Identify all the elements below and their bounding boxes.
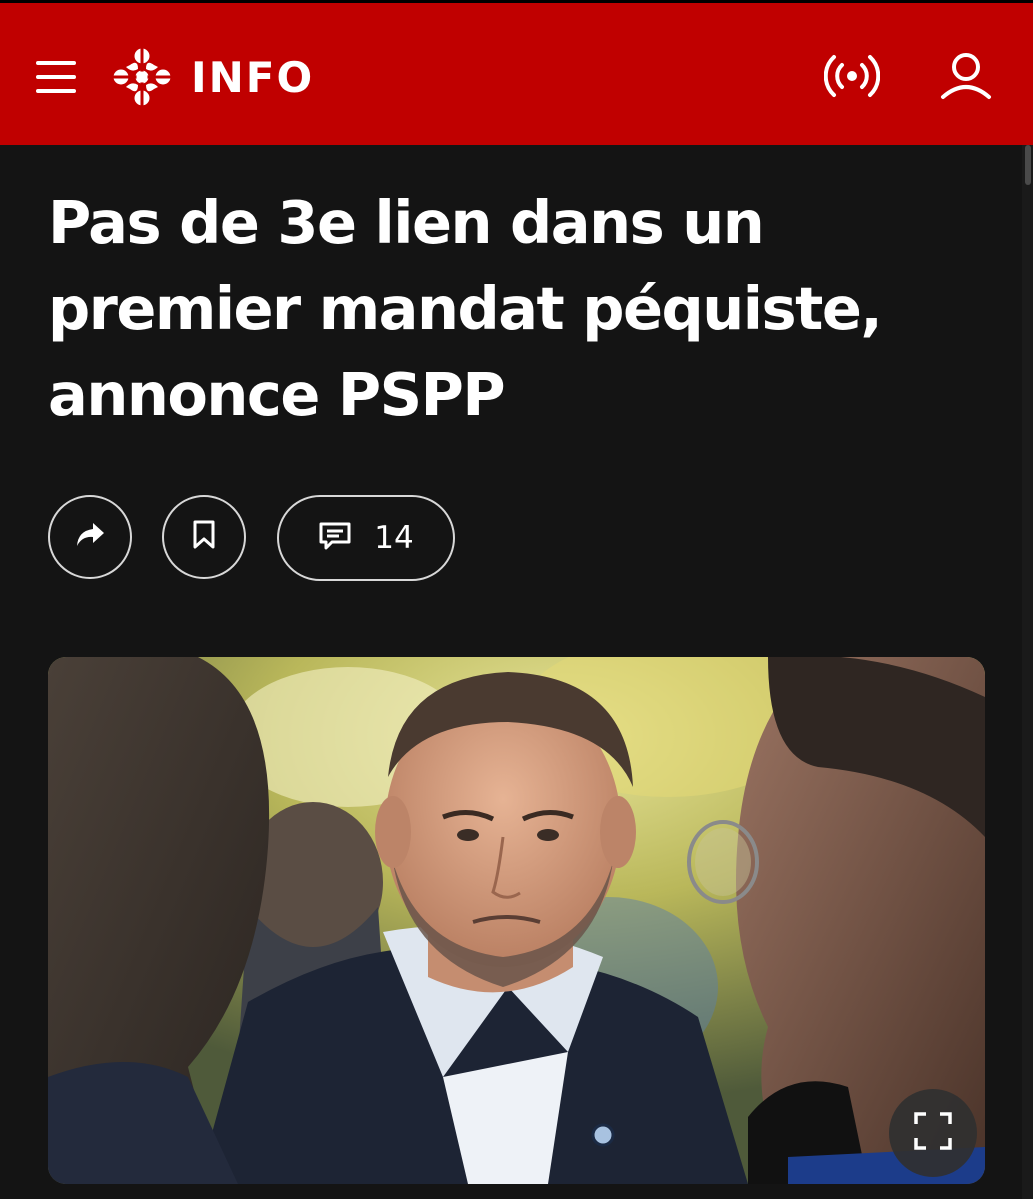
- comments-button[interactable]: 14: [277, 495, 455, 581]
- top-navigation-bar: INFO: [0, 0, 1033, 145]
- hamburger-menu-icon: [36, 61, 76, 65]
- home-logo-link[interactable]: INFO: [113, 47, 314, 107]
- page-scrollbar[interactable]: [1022, 145, 1033, 1199]
- comment-icon: [318, 521, 352, 556]
- bookmark-button[interactable]: [162, 495, 246, 579]
- live-broadcast-button[interactable]: [823, 53, 881, 99]
- share-button[interactable]: [48, 495, 132, 579]
- comments-count: 14: [374, 520, 414, 556]
- menu-button[interactable]: [36, 59, 78, 95]
- article-headline: Pas de 3e lien dans un premier mandat pé…: [48, 188, 883, 429]
- user-profile-icon: [938, 53, 994, 107]
- share-arrow-icon: [74, 521, 106, 554]
- fullscreen-button[interactable]: [889, 1089, 977, 1177]
- hamburger-menu-icon: [36, 89, 76, 93]
- fullscreen-expand-icon: [913, 1111, 953, 1156]
- article-lead-photo[interactable]: [48, 657, 985, 1184]
- hamburger-menu-icon: [36, 75, 76, 79]
- app-screen: INFO Pas de 3e lien dans un premier mand…: [0, 0, 1033, 1199]
- live-broadcast-icon: [823, 55, 881, 103]
- bookmark-icon: [192, 520, 216, 555]
- profile-button[interactable]: [938, 51, 994, 103]
- brand-label: INFO: [191, 52, 315, 102]
- scrollbar-thumb[interactable]: [1025, 145, 1031, 185]
- radio-canada-gem-icon: [113, 48, 171, 106]
